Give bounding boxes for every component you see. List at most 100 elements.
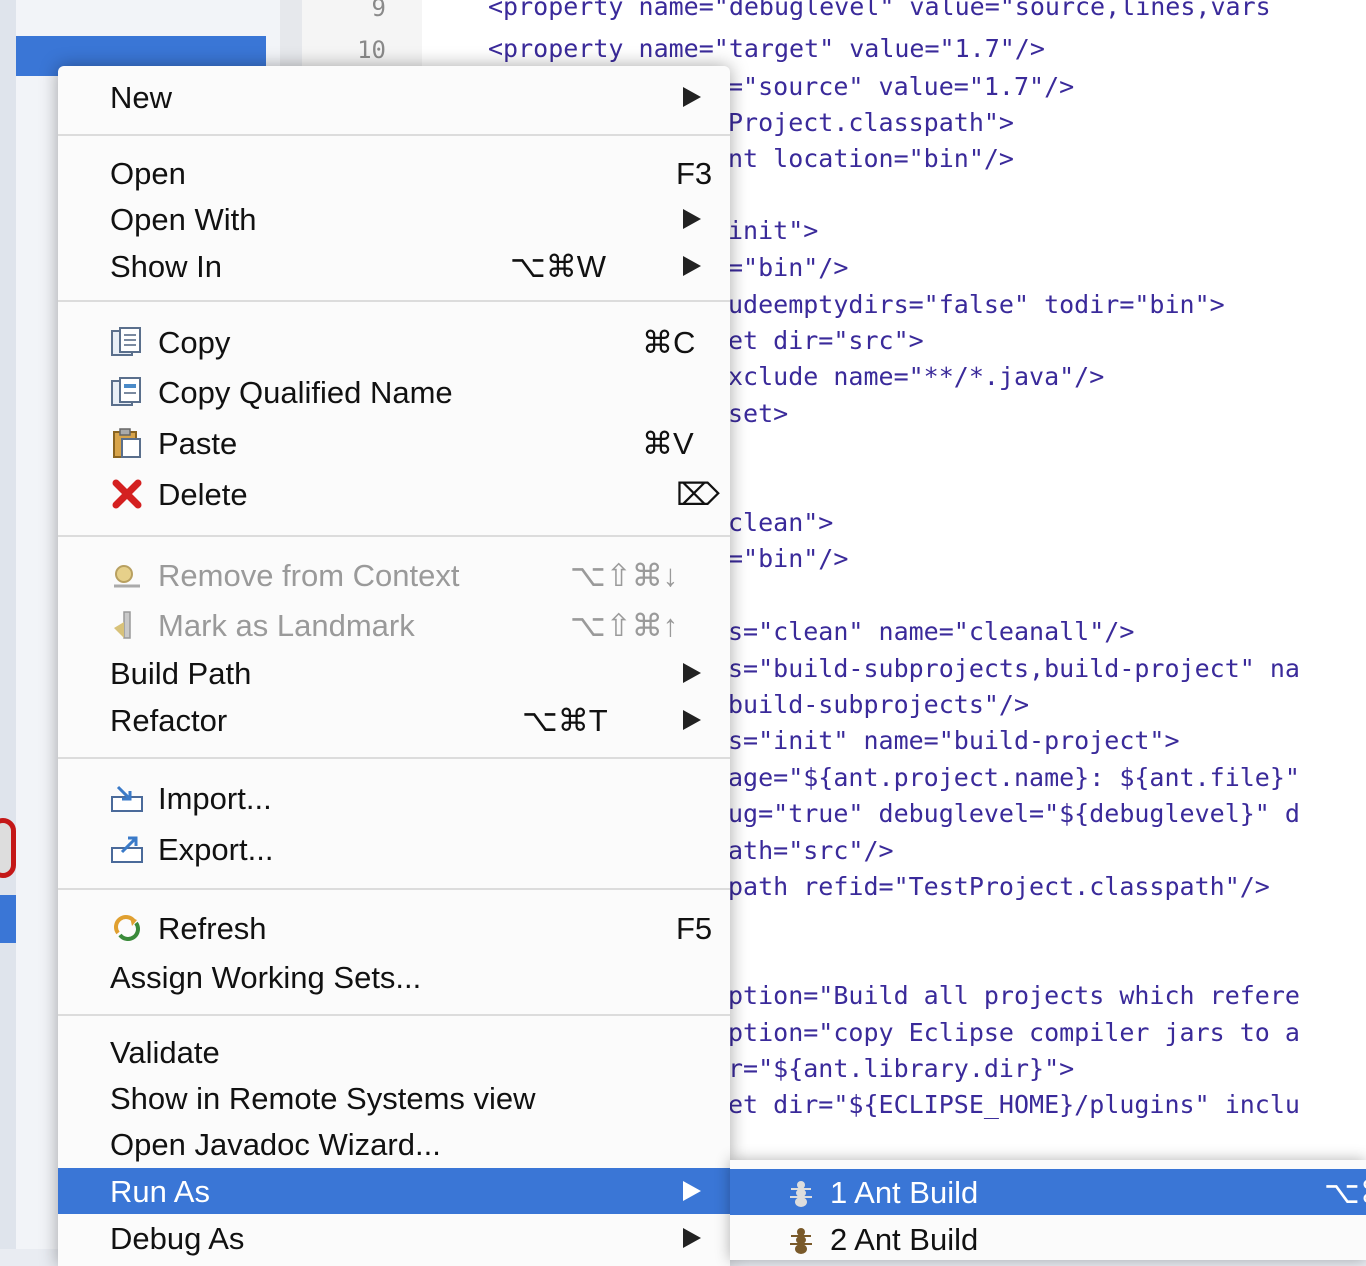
remove-from-context-icon: [114, 565, 140, 588]
menu-item-shortcut: ⌥⇧⌘↓: [570, 558, 679, 593]
code-line: r="${ant.library.dir}">: [728, 1054, 1075, 1083]
submenu-arrow-icon: [683, 209, 701, 229]
menu-item-show-in-remote-systems[interactable]: Show in Remote Systems view: [58, 1075, 730, 1121]
menu-item-label: Debug As: [110, 1221, 245, 1256]
code-line: <property name="debuglevel" value="sourc…: [488, 0, 1271, 21]
menu-item-copy-qualified-name[interactable]: Copy Qualified Name: [58, 369, 730, 415]
menu-item-shortcut: ⌥⌘T: [522, 703, 608, 738]
code-line: xclude name="**/*.java"/>: [728, 362, 1105, 391]
menu-item-label: Mark as Landmark: [158, 608, 415, 643]
menu-item-label: Export...: [158, 832, 274, 867]
code-line: <property name="target" value="1.7"/>: [488, 34, 1045, 63]
code-line: Project.classpath">: [728, 108, 1014, 137]
code-line: ath="src"/>: [728, 836, 894, 865]
menu-item-label: Remove from Context: [158, 558, 460, 593]
submenu-item-label: 1 Ant Build: [830, 1175, 979, 1210]
code-line: s="build-subprojects,build-project" na: [728, 654, 1300, 683]
menu-item-label: Run As: [110, 1174, 210, 1209]
submenu-arrow-icon: [683, 87, 701, 107]
submenu-arrow-icon: [683, 663, 701, 683]
menu-item-label: Open Javadoc Wizard...: [110, 1127, 441, 1162]
export-icon: [111, 836, 143, 863]
code-line: path refid="TestProject.classpath"/>: [728, 872, 1270, 901]
menu-separator: [58, 757, 730, 759]
menu-item-shortcut: ⌥⌘W: [510, 249, 606, 284]
paste-icon: [113, 428, 141, 458]
menu-item-label: Refactor: [110, 703, 228, 738]
menu-item-remove-from-context[interactable]: Remove from Context ⌥⇧⌘↓: [58, 552, 730, 598]
submenu-item-ant-build-1[interactable]: 1 Ant Build ⌥⌘: [730, 1169, 1366, 1215]
menu-item-delete[interactable]: Delete ⌦: [58, 471, 730, 517]
menu-item-validate[interactable]: Validate: [58, 1029, 730, 1075]
menu-item-label: Assign Working Sets...: [110, 960, 422, 995]
menu-item-shortcut: F3: [676, 156, 713, 191]
menu-item-assign-working-sets[interactable]: Assign Working Sets...: [58, 954, 730, 1000]
import-icon: [111, 785, 143, 812]
menu-item-debug-as[interactable]: Debug As: [58, 1215, 730, 1261]
menu-item-import[interactable]: Import...: [58, 775, 730, 821]
menu-item-shortcut: ⌘V: [642, 426, 694, 461]
menu-item-open-with[interactable]: Open With: [58, 196, 730, 242]
menu-item-shortcut: ⌥⇧⌘↑: [570, 608, 679, 643]
menu-item-mark-as-landmark[interactable]: Mark as Landmark ⌥⇧⌘↑: [58, 602, 730, 648]
menu-item-label: Copy: [158, 325, 231, 360]
code-line: ="bin"/>: [728, 544, 849, 573]
menu-item-paste[interactable]: Paste ⌘V: [58, 420, 730, 466]
code-line: age="${ant.project.name}: ${ant.file}": [728, 763, 1300, 792]
selected-tree-row-secondary[interactable]: [0, 895, 16, 943]
menu-separator: [58, 134, 730, 136]
line-number: 10: [357, 36, 386, 64]
ant-icon: [790, 1181, 812, 1207]
menu-item-open[interactable]: Open F3: [58, 150, 730, 196]
menu-separator: [58, 300, 730, 302]
code-line: ption="copy Eclipse compiler jars to a: [728, 1018, 1300, 1047]
run-as-submenu: 1 Ant Build ⌥⌘ 2 Ant Build: [730, 1160, 1366, 1260]
submenu-arrow-icon: [683, 256, 701, 276]
menu-item-label: New: [110, 80, 173, 115]
menu-item-export[interactable]: Export...: [58, 826, 730, 872]
menu-item-shortcut: F5: [676, 911, 713, 946]
code-line: s="init" name="build-project">: [728, 726, 1180, 755]
ant-icon: [790, 1228, 812, 1254]
submenu-item-ant-build-2[interactable]: 2 Ant Build: [730, 1216, 1366, 1262]
code-line: et dir="src">: [728, 326, 924, 355]
code-line: nt location="bin"/>: [728, 144, 1014, 173]
submenu-arrow-icon: [683, 1181, 701, 1201]
menu-item-label: Paste: [158, 426, 238, 461]
menu-separator: [58, 1014, 730, 1016]
copy-qualified-name-icon: [111, 377, 141, 406]
menu-item-label: Show in Remote Systems view: [110, 1081, 536, 1116]
menu-item-open-javadoc-wizard[interactable]: Open Javadoc Wizard...: [58, 1121, 730, 1167]
submenu-arrow-icon: [683, 1228, 701, 1248]
line-number: 9: [371, 0, 386, 22]
menu-item-label: Import...: [158, 781, 272, 816]
code-line: ug="true" debuglevel="${debuglevel}" d: [728, 799, 1300, 828]
code-line: set>: [728, 399, 789, 428]
menu-item-run-as[interactable]: Run As: [58, 1168, 730, 1214]
code-line: clean">: [728, 508, 834, 537]
menu-item-label: Build Path: [110, 656, 252, 691]
code-line: s="clean" name="cleanall"/>: [728, 617, 1135, 646]
code-line: udeemptydirs="false" todir="bin">: [728, 290, 1225, 319]
code-line: ="source" value="1.7"/>: [728, 72, 1075, 101]
menu-item-show-in[interactable]: Show In ⌥⌘W: [58, 243, 730, 289]
code-line: build-subprojects"/>: [728, 690, 1030, 719]
menu-item-new[interactable]: New: [58, 74, 730, 120]
menu-item-build-path[interactable]: Build Path: [58, 650, 730, 696]
code-line: ="bin"/>: [728, 253, 849, 282]
submenu-arrow-icon: [683, 710, 701, 730]
landmark-icon: [114, 611, 131, 639]
menu-item-label: Open: [110, 156, 186, 191]
menu-item-label: Open With: [110, 202, 257, 237]
submenu-item-label: 2 Ant Build: [830, 1222, 979, 1257]
panel-edge: [0, 0, 16, 1249]
copy-icon: [111, 327, 141, 356]
code-line: init">: [728, 216, 819, 245]
menu-item-copy[interactable]: Copy ⌘C: [58, 319, 730, 365]
submenu-item-shortcut: ⌥⌘: [1324, 1175, 1366, 1210]
menu-separator: [58, 888, 730, 890]
menu-item-refactor[interactable]: Refactor ⌥⌘T: [58, 697, 730, 743]
menu-item-refresh[interactable]: Refresh F5: [58, 905, 730, 951]
menu-item-label: Show In: [110, 249, 223, 284]
menu-item-shortcut: ⌦: [676, 477, 720, 512]
